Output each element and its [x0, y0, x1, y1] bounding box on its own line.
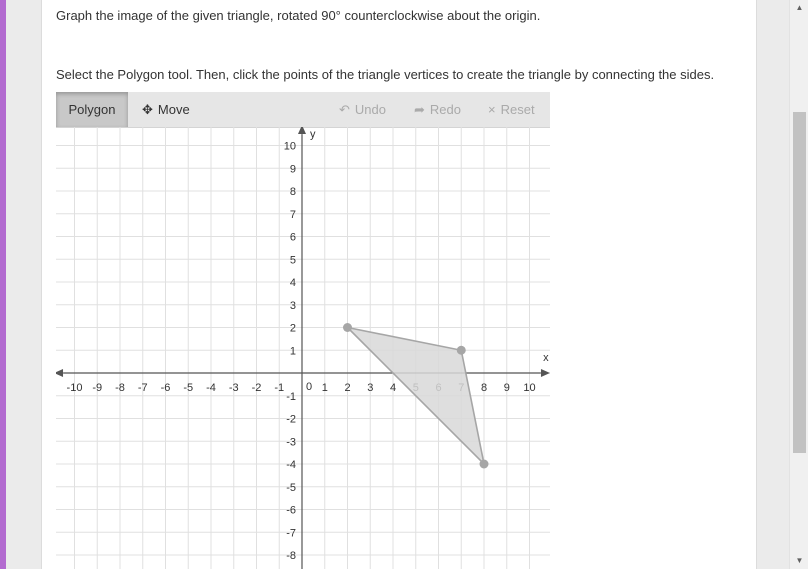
redo-label: Redo	[429, 102, 461, 117]
x-tick-label: -1	[274, 382, 284, 394]
x-tick-label: -8	[115, 382, 125, 394]
x-tick-label: -6	[161, 382, 171, 394]
y-tick-label: 6	[290, 232, 296, 244]
y-tick-label: 3	[290, 300, 296, 312]
y-axis-top-arrow-icon	[298, 127, 306, 135]
polygon-tool-button[interactable]: Polygon	[56, 92, 128, 127]
graphing-widget: Polygon ✥ Move ↶ Undo ➦ Redo × Reset x y -10 -9…	[56, 92, 550, 569]
question-instruction: Graph the image of the given triangle, r…	[56, 8, 541, 23]
y-tick-label: 5	[290, 254, 296, 266]
x-tick-label: -5	[183, 382, 193, 394]
x-tick-label: -10	[67, 382, 83, 394]
y-tick-label: 8	[290, 186, 296, 198]
x-tick-label: 3	[367, 382, 373, 394]
x-tick-label: -4	[206, 382, 216, 394]
x-tick-label: -3	[229, 382, 239, 394]
left-accent-bar	[0, 0, 6, 569]
reset-icon: ×	[488, 102, 496, 117]
y-axis-label: y	[310, 129, 316, 141]
x-tick-label: -2	[252, 382, 262, 394]
x-tick-label: 4	[390, 382, 396, 394]
y-tick-label: 4	[290, 277, 296, 289]
y-tick-label: 2	[290, 323, 296, 335]
origin-label: 0	[306, 381, 312, 393]
y-tick-label: -6	[286, 505, 296, 517]
move-icon: ✥	[142, 102, 153, 117]
polygon-label: Polygon	[68, 102, 116, 117]
y-tick-label: 9	[290, 163, 296, 175]
x-tick-label: -7	[138, 382, 148, 394]
move-tool-button[interactable]: ✥ Move	[142, 92, 190, 127]
x-tick-label: 2	[344, 382, 350, 394]
x-axis-label: x	[543, 352, 549, 364]
x-tick-label: -9	[92, 382, 102, 394]
triangle-vertex-point	[343, 323, 352, 332]
x-tick-label: 8	[481, 382, 487, 394]
tool-instruction: Select the Polygon tool. Then, click the…	[56, 67, 715, 82]
y-tick-label: -8	[286, 550, 296, 562]
reset-button[interactable]: × Reset	[488, 92, 535, 127]
y-tick-label: -3	[286, 436, 296, 448]
reset-label: Reset	[500, 102, 535, 117]
scrollbar-thumb[interactable]	[793, 112, 806, 453]
y-tick-label: 10	[284, 141, 296, 153]
scroll-down-arrow-icon[interactable]: ▼	[790, 553, 808, 569]
y-tick-label: -5	[286, 482, 296, 494]
page-scrollbar[interactable]: ▲ ▼	[789, 0, 808, 569]
x-tick-label: 9	[504, 382, 510, 394]
question-card: Graph the image of the given triangle, r…	[41, 0, 757, 569]
redo-icon: ➦	[414, 102, 425, 117]
y-tick-label: -4	[286, 459, 296, 471]
y-tick-label: -1	[286, 391, 296, 403]
y-tick-label: 1	[290, 345, 296, 357]
y-tick-label: -2	[286, 414, 296, 426]
redo-button[interactable]: ➦ Redo	[414, 92, 461, 127]
undo-button[interactable]: ↶ Undo	[339, 92, 386, 127]
move-label: Move	[157, 102, 190, 117]
x-axis-right-arrow-icon	[540, 369, 550, 377]
undo-label: Undo	[354, 102, 386, 117]
coordinate-grid[interactable]: xy-10-9-8-7-6-5-4-3-2-112345678910-8-7-6…	[56, 127, 550, 569]
triangle-vertex-point	[456, 345, 466, 355]
x-tick-label: 1	[322, 382, 328, 394]
triangle-vertex-point	[479, 459, 489, 469]
undo-icon: ↶	[339, 102, 350, 117]
y-tick-label: -7	[286, 527, 296, 539]
x-tick-label: 10	[523, 382, 535, 394]
graph-toolbar: Polygon ✥ Move ↶ Undo ➦ Redo × Reset	[56, 92, 550, 128]
scroll-up-arrow-icon[interactable]: ▲	[790, 0, 808, 16]
x-axis-left-arrow-icon	[56, 369, 64, 377]
y-tick-label: 7	[290, 209, 296, 221]
